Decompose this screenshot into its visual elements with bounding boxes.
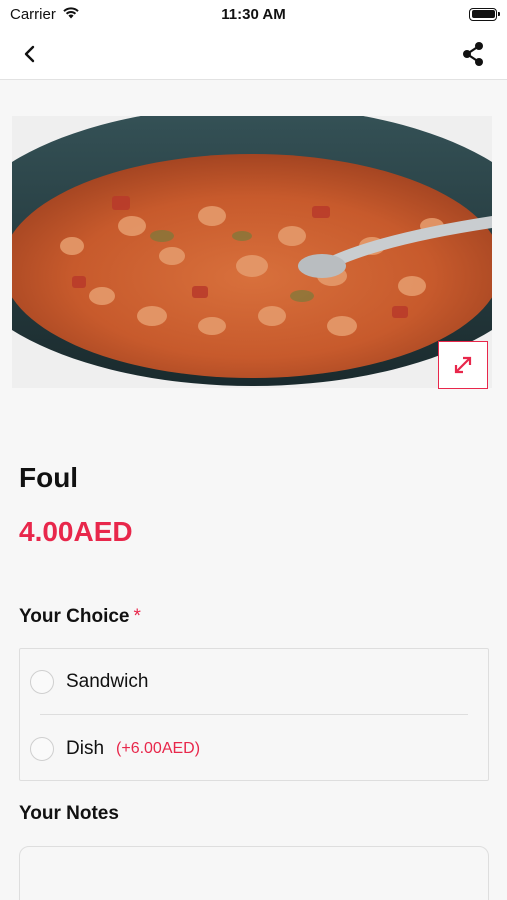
choice-option-extra-price: (+6.00AED) xyxy=(116,740,201,757)
food-photo xyxy=(12,116,492,388)
status-left: Carrier xyxy=(10,6,80,23)
choice-option-sandwich[interactable]: Sandwich xyxy=(20,649,488,715)
divider xyxy=(40,714,468,715)
chevron-left-icon xyxy=(24,45,35,63)
choice-options: Sandwich Dish (+6.00AED) xyxy=(19,648,489,781)
choice-option-label: Dish xyxy=(66,738,105,759)
radio-button[interactable] xyxy=(30,670,54,694)
share-button[interactable] xyxy=(457,38,489,70)
share-icon xyxy=(463,42,483,66)
choice-title-label: Your Choice xyxy=(19,606,130,627)
expand-arrows-icon xyxy=(454,356,472,374)
battery-icon xyxy=(469,7,500,21)
product-price: 4.00AED xyxy=(19,516,133,547)
radio-button[interactable] xyxy=(30,737,54,761)
battery-fill xyxy=(471,10,495,18)
back-button[interactable] xyxy=(14,38,46,70)
expand-image-button[interactable] xyxy=(438,341,488,389)
choice-option-label: Sandwich xyxy=(66,671,149,692)
status-bar: Carrier 11:30 AM xyxy=(0,0,507,28)
required-marker: * xyxy=(133,606,141,627)
navigation-bar xyxy=(0,28,507,80)
notes-section-title: Your Notes xyxy=(19,803,119,824)
choice-option-dish[interactable]: Dish (+6.00AED) xyxy=(20,716,488,782)
carrier-label: Carrier xyxy=(10,5,56,23)
choice-section-title: Your Choice * xyxy=(19,606,141,628)
product-name: Foul xyxy=(19,462,79,493)
notes-input[interactable] xyxy=(19,846,489,900)
product-image[interactable] xyxy=(12,116,492,388)
wifi-icon xyxy=(62,6,80,23)
